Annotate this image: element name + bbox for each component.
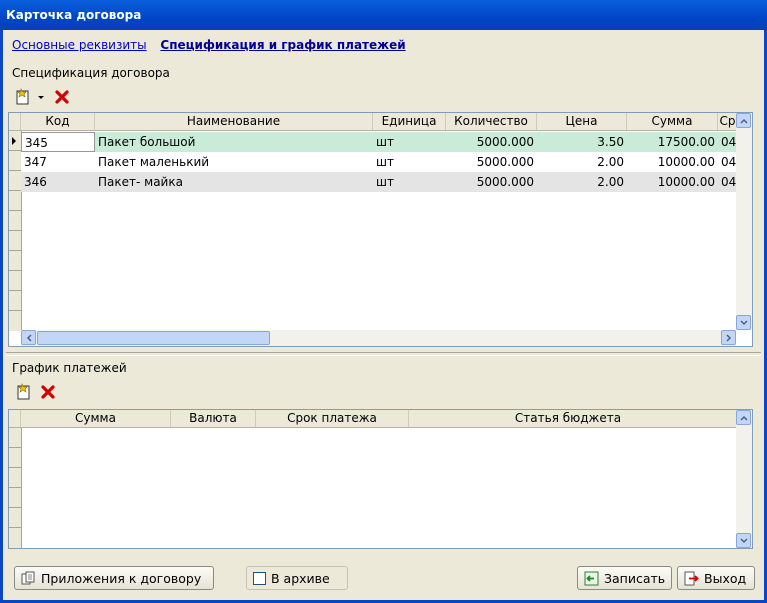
chevron-up-icon <box>739 415 748 421</box>
scroll-down-button[interactable] <box>736 533 751 548</box>
table-row[interactable]: 345 Пакет большой шт 5000.000 3.50 17500… <box>21 132 737 152</box>
cell-sum[interactable]: 17500.00 <box>627 132 718 152</box>
cell-extra[interactable]: 04 <box>718 152 737 172</box>
specification-header: Код Наименование Единица Количество Цена… <box>9 113 737 131</box>
new-document-icon <box>17 383 30 400</box>
horizontal-scroll-thumb[interactable] <box>37 331 270 345</box>
column-code[interactable]: Код <box>21 113 95 130</box>
row-indicator-column <box>9 428 22 548</box>
archive-checkbox[interactable] <box>253 571 266 585</box>
cell-name[interactable]: Пакет большой <box>95 132 373 152</box>
save-button[interactable]: Записать <box>577 566 672 590</box>
chevron-down-icon <box>739 537 748 543</box>
scroll-up-button[interactable] <box>736 113 751 128</box>
cell-extra[interactable]: 04 <box>718 172 737 192</box>
column-due-date[interactable]: Срок платежа <box>256 410 409 427</box>
cell-unit[interactable]: шт <box>373 152 446 172</box>
window-title: Карточка договора <box>6 8 142 22</box>
cell-price[interactable]: 2.00 <box>537 172 627 192</box>
scroll-right-button[interactable] <box>721 330 736 345</box>
scroll-up-button[interactable] <box>736 410 751 425</box>
tab-specification-payments[interactable]: Спецификация и график платежей <box>160 38 405 52</box>
exit-button[interactable]: Выход <box>677 566 755 590</box>
current-row-arrow-icon <box>12 137 16 145</box>
scroll-left-button[interactable] <box>21 330 36 345</box>
delete-payment-button[interactable] <box>38 382 58 402</box>
attachments-button-label: Приложения к договору <box>41 570 202 586</box>
specification-horizontal-scrollbar[interactable] <box>21 330 736 346</box>
delete-row-button[interactable] <box>52 87 72 107</box>
exit-button-label: Выход <box>704 570 747 586</box>
payments-section-title: График платежей <box>12 361 127 375</box>
tab-main-details[interactable]: Основные реквизиты <box>12 38 147 52</box>
cell-extra[interactable]: 04 <box>718 132 737 152</box>
cell-price[interactable]: 3.50 <box>537 132 627 152</box>
archive-checkbox-label: В архиве <box>271 570 330 586</box>
column-price[interactable]: Цена <box>537 113 627 130</box>
delete-icon <box>55 90 69 104</box>
cell-sum[interactable]: 10000.00 <box>627 172 718 192</box>
cell-code[interactable]: 346 <box>21 172 95 192</box>
payments-header: Сумма Валюта Срок платежа Статья бюджета <box>9 410 737 428</box>
specification-section-title: Спецификация договора <box>12 66 170 80</box>
exit-icon <box>684 571 699 586</box>
column-extra[interactable]: Ср <box>718 113 737 130</box>
column-budget-item[interactable]: Статья бюджета <box>409 410 727 427</box>
attachments-icon <box>21 571 36 586</box>
cell-code[interactable]: 345 <box>21 132 95 152</box>
cell-sum[interactable]: 10000.00 <box>627 152 718 172</box>
cell-unit[interactable]: шт <box>373 132 446 152</box>
new-document-icon <box>16 88 44 105</box>
specification-toolbar <box>14 87 72 107</box>
column-quantity[interactable]: Количество <box>446 113 537 130</box>
cell-quantity[interactable]: 5000.000 <box>446 172 537 192</box>
cell-name[interactable]: Пакет- майка <box>95 172 373 192</box>
delete-icon <box>41 385 55 399</box>
column-currency[interactable]: Валюта <box>171 410 256 427</box>
chevron-up-icon <box>739 118 748 124</box>
table-row[interactable]: 346 Пакет- майка шт 5000.000 2.00 10000.… <box>21 172 737 192</box>
cell-quantity[interactable]: 5000.000 <box>446 152 537 172</box>
scroll-down-button[interactable] <box>736 315 751 330</box>
save-icon <box>584 571 599 586</box>
cell-price[interactable]: 2.00 <box>537 152 627 172</box>
payments-vertical-scrollbar[interactable] <box>736 410 752 548</box>
archive-checkbox-group[interactable]: В архиве <box>246 566 348 590</box>
specification-vertical-scrollbar[interactable] <box>736 113 752 330</box>
row-indicator-current[interactable] <box>9 131 21 151</box>
cell-quantity[interactable]: 5000.000 <box>446 132 537 152</box>
chevron-right-icon <box>725 333 731 342</box>
cell-unit[interactable]: шт <box>373 172 446 192</box>
save-button-label: Записать <box>604 570 666 586</box>
cell-name[interactable]: Пакет маленький <box>95 152 373 172</box>
column-name[interactable]: Наименование <box>95 113 373 130</box>
table-row[interactable]: 347 Пакет маленький шт 5000.000 2.00 100… <box>21 152 737 172</box>
section-divider <box>6 352 761 356</box>
add-payment-button[interactable] <box>14 382 34 402</box>
specification-grid[interactable]: Код Наименование Единица Количество Цена… <box>8 112 753 347</box>
payments-grid[interactable]: Сумма Валюта Срок платежа Статья бюджета <box>8 409 753 549</box>
tab-strip: Основные реквизиты Спецификация и график… <box>12 38 406 52</box>
column-sum[interactable]: Сумма <box>627 113 718 130</box>
chevron-down-icon <box>739 319 748 325</box>
column-unit[interactable]: Единица <box>373 113 446 130</box>
attachments-button[interactable]: Приложения к договору <box>14 566 214 590</box>
cell-code[interactable]: 347 <box>21 152 95 172</box>
chevron-left-icon <box>26 333 32 342</box>
column-payment-sum[interactable]: Сумма <box>21 410 171 427</box>
add-row-dropdown-button[interactable] <box>14 87 48 107</box>
window-title-bar: Карточка договора <box>0 0 767 30</box>
payments-toolbar <box>14 382 58 402</box>
